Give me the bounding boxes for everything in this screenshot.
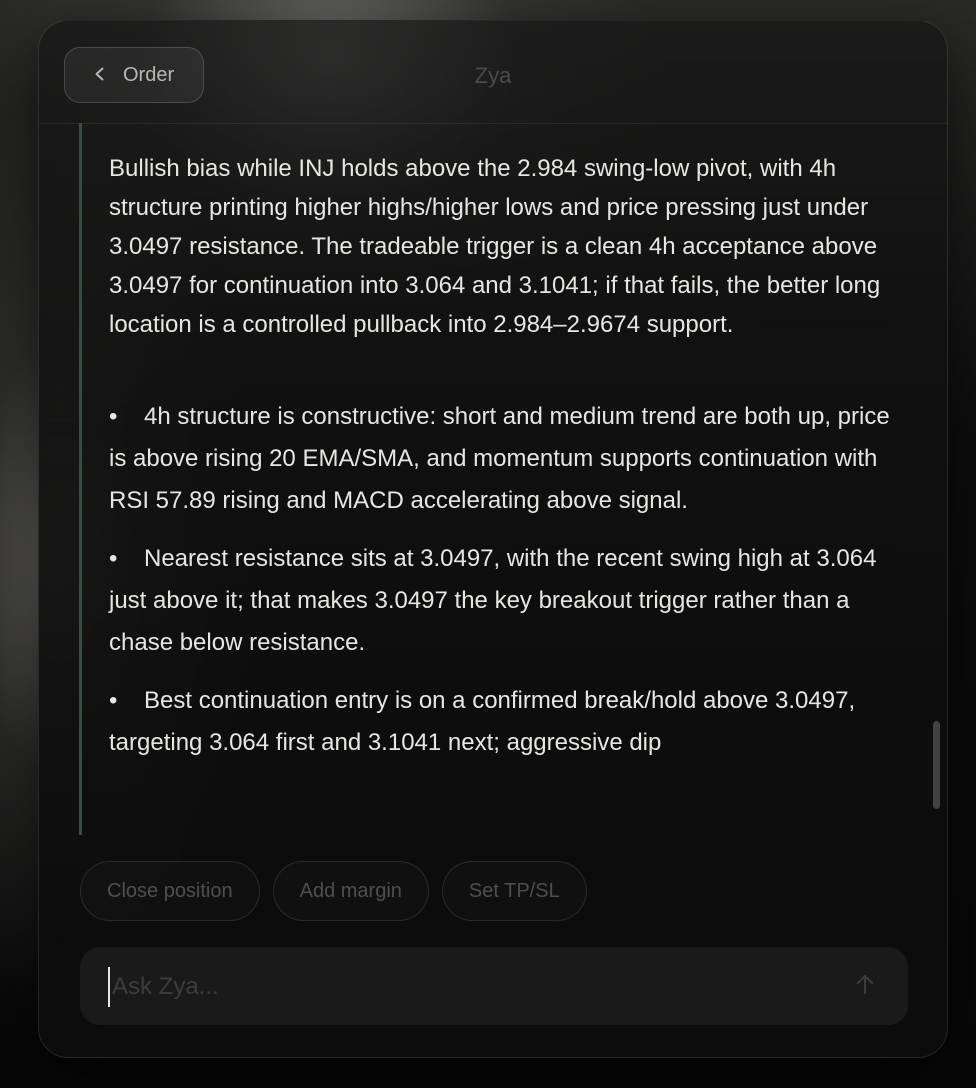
add-margin-button[interactable]: Add margin (272, 861, 429, 921)
quick-actions: Close position Add margin Set TP/SL (80, 861, 587, 921)
message-bullet-list: • 4h structure is constructive: short and… (109, 396, 890, 764)
bullet-text: 4h structure is constructive: short and … (109, 403, 890, 514)
list-item: • 4h structure is constructive: short and… (109, 396, 890, 522)
bullet-text: Best continuation entry is on a confirme… (109, 687, 856, 756)
message-composer (80, 947, 908, 1025)
send-button[interactable] (852, 973, 878, 999)
bullet-text: Nearest resistance sits at 3.0497, with … (109, 545, 877, 656)
ask-input[interactable] (108, 967, 834, 1007)
chat-panel: Order Zya Bullish bias while INJ holds a… (38, 20, 948, 1058)
bullet-marker: • (109, 545, 118, 572)
set-tp-sl-button[interactable]: Set TP/SL (441, 861, 587, 921)
close-position-button[interactable]: Close position (80, 861, 260, 921)
bullet-marker: • (109, 403, 118, 430)
chat-header: Order Zya (39, 21, 947, 124)
bullet-marker: • (109, 687, 118, 714)
assistant-title: Zya (474, 63, 512, 88)
list-item: • Best continuation entry is on a confirm… (109, 680, 890, 764)
arrow-up-icon (855, 973, 875, 1000)
scrollbar-thumb[interactable] (933, 721, 940, 809)
assistant-message: Bullish bias while INJ holds above the 2… (79, 123, 910, 835)
message-summary: Bullish bias while INJ holds above the 2… (109, 155, 881, 338)
list-item: • Nearest resistance sits at 3.0497, with… (109, 538, 890, 664)
